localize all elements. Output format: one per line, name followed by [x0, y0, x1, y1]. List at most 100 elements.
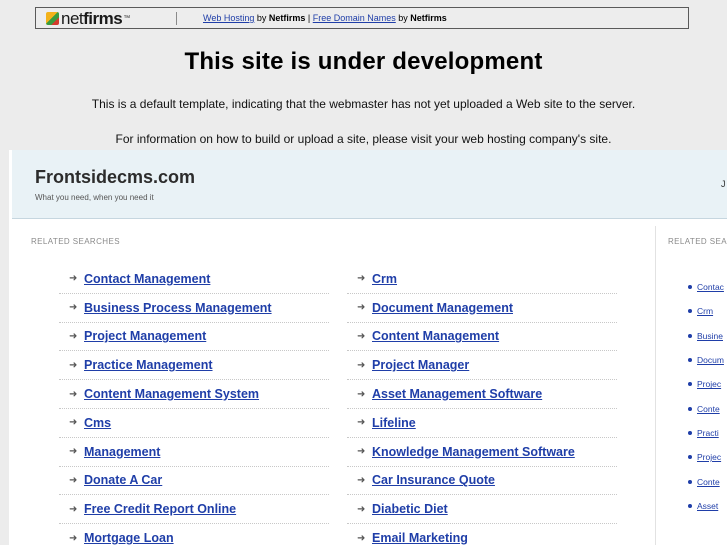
by-text: by	[395, 13, 411, 23]
list-item: Conte	[688, 396, 727, 420]
arrow-icon: ➜	[69, 273, 78, 285]
side-search-link[interactable]: Projec	[697, 452, 721, 462]
list-item: Asset	[688, 494, 727, 518]
list-item: ➜ Lifeline	[347, 409, 617, 438]
related-search-link[interactable]: Email Marketing	[372, 531, 468, 545]
related-search-link[interactable]: Asset Management Software	[372, 387, 542, 401]
bullet-icon	[688, 503, 692, 508]
page-title: This site is under development	[184, 48, 543, 75]
arrow-icon: ➜	[357, 388, 366, 400]
notice-line-2: For information on how to build or uploa…	[115, 132, 612, 146]
web-hosting-link[interactable]: Web Hosting	[203, 13, 254, 23]
side-search-link[interactable]: Projec	[697, 379, 721, 389]
bullet-icon	[688, 406, 692, 411]
trademark-symbol: ™	[123, 15, 131, 22]
list-item: ➜ Free Credit Report Online	[59, 495, 329, 525]
list-item: ➜ Car Insurance Quote	[347, 467, 617, 496]
list-item: ➜ Project Manager	[347, 351, 617, 381]
arrow-icon: ➜	[357, 446, 366, 458]
list-item: Contac	[688, 275, 727, 299]
list-item: ➜ Content Management	[347, 323, 617, 352]
side-search-link[interactable]: Docum	[697, 355, 724, 365]
netfirms-brand: Netfirms	[268, 13, 306, 23]
related-search-link[interactable]: Car Insurance Quote	[372, 473, 495, 487]
bullet-icon	[688, 333, 692, 338]
side-search-link[interactable]: Busine	[697, 331, 723, 341]
related-search-link[interactable]: Document Management	[372, 301, 513, 315]
related-search-link[interactable]: Mortgage Loan	[84, 531, 174, 545]
list-item: ➜ Diabetic Diet	[347, 495, 617, 525]
netfirms-logo[interactable]: netfirms ™	[46, 9, 130, 28]
list-item: Docum	[688, 348, 727, 372]
side-search-link[interactable]: Contac	[697, 282, 724, 292]
related-searches-side-column: Contac Crm Busine Docum Projec Conte Pra…	[688, 275, 727, 518]
side-search-link[interactable]: Conte	[697, 477, 720, 487]
list-item: ➜ Knowledge Management Software	[347, 438, 617, 467]
by-text: by	[254, 13, 269, 23]
list-item: ➜ Asset Management Software	[347, 380, 617, 409]
related-search-link[interactable]: Lifeline	[372, 416, 416, 430]
arrow-icon: ➜	[357, 532, 366, 544]
related-search-link[interactable]: Project Manager	[372, 358, 469, 372]
arrow-icon: ➜	[69, 330, 78, 342]
arrow-icon: ➜	[357, 330, 366, 342]
related-search-link[interactable]: Knowledge Management Software	[372, 445, 575, 459]
arrow-icon: ➜	[357, 417, 366, 429]
related-search-link[interactable]: Content Management System	[84, 387, 259, 401]
related-search-link[interactable]: Practice Management	[84, 358, 213, 372]
arrow-icon: ➜	[69, 503, 78, 515]
bullet-icon	[688, 285, 692, 290]
related-search-link[interactable]: Crm	[372, 272, 397, 286]
side-search-link[interactable]: Practi	[697, 428, 719, 438]
related-search-link[interactable]: Business Process Management	[84, 301, 272, 315]
bullet-icon	[688, 455, 692, 460]
list-item: ➜ Content Management System	[59, 380, 329, 409]
list-item: ➜ Practice Management	[59, 351, 329, 381]
arrow-icon: ➜	[357, 359, 366, 371]
netfirms-logo-text: netfirms	[61, 8, 123, 28]
related-searches-left-column: ➜ Contact Management ➜ Business Process Ma…	[59, 265, 329, 545]
list-item: ➜ Mortgage Loan	[59, 524, 329, 545]
related-search-link[interactable]: Diabetic Diet	[372, 502, 448, 516]
list-item: ➜ Management	[59, 438, 329, 467]
header-right-text: J	[721, 179, 726, 189]
list-item: ➜ Project Management	[59, 323, 329, 352]
side-search-link[interactable]: Conte	[697, 404, 720, 414]
parked-site-frame: Frontsidecms.com What you need, when you…	[9, 150, 727, 545]
arrow-icon: ➜	[69, 532, 78, 544]
related-search-link[interactable]: Project Management	[84, 329, 206, 343]
related-searches-right-column: ➜ Crm ➜ Document Management ➜ Content Manag…	[347, 265, 617, 545]
list-item: ➜ Contact Management	[59, 265, 329, 294]
bullet-icon	[688, 479, 692, 484]
bullet-icon	[688, 430, 692, 435]
free-domain-names-link[interactable]: Free Domain Names	[313, 13, 396, 23]
related-search-link[interactable]: Management	[84, 445, 160, 459]
side-search-link[interactable]: Crm	[697, 306, 713, 316]
column-divider	[655, 226, 656, 545]
site-title[interactable]: Frontsidecms.com	[35, 167, 195, 188]
arrow-icon: ➜	[357, 273, 366, 285]
list-item: ➜ Crm	[347, 265, 617, 294]
bullet-icon	[688, 358, 692, 363]
arrow-icon: ➜	[357, 474, 366, 486]
site-header: Frontsidecms.com What you need, when you…	[12, 150, 727, 219]
list-item: Crm	[688, 299, 727, 323]
bullet-icon	[688, 309, 692, 314]
notice-line-1: This is a default template, indicating t…	[91, 97, 636, 111]
related-search-link[interactable]: Donate A Car	[84, 473, 162, 487]
side-search-link[interactable]: Asset	[697, 501, 718, 511]
list-item: ➜ Donate A Car	[59, 467, 329, 496]
netfirms-links: Web Hosting by Netfirms | Free Domain Na…	[203, 13, 447, 23]
list-item: Projec	[688, 445, 727, 469]
related-search-link[interactable]: Free Credit Report Online	[84, 502, 236, 516]
bullet-icon	[688, 382, 692, 387]
netfirms-logo-icon	[46, 12, 59, 25]
arrow-icon: ➜	[69, 359, 78, 371]
arrow-icon: ➜	[357, 302, 366, 314]
related-search-link[interactable]: Contact Management	[84, 272, 210, 286]
related-search-link[interactable]: Cms	[84, 416, 111, 430]
arrow-icon: ➜	[69, 302, 78, 314]
netfirms-brand: Netfirms	[410, 13, 447, 23]
related-searches-label-right: RELATED SEA	[668, 237, 727, 246]
related-search-link[interactable]: Content Management	[372, 329, 499, 343]
